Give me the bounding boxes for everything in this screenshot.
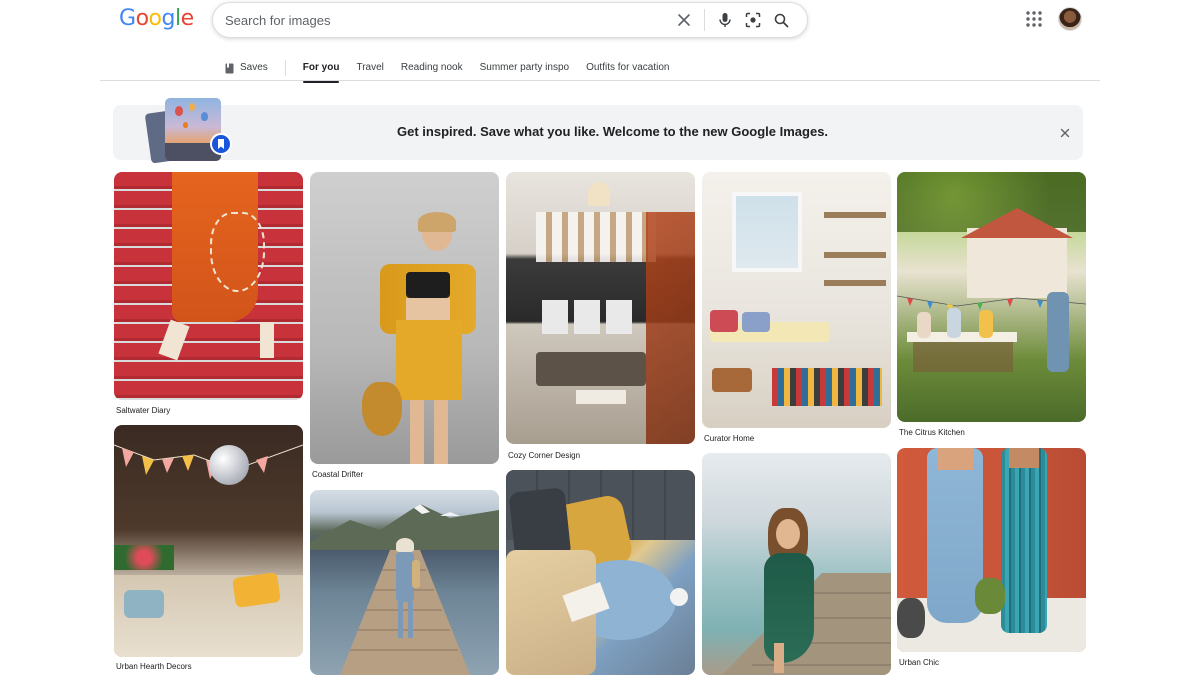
banner-text: Get inspired. Save what you like. Welcom…	[397, 124, 829, 139]
image-caption: Coastal Drifter	[312, 470, 364, 479]
tab-for-you[interactable]: For you	[302, 59, 339, 83]
tab-saves[interactable]: Saves	[225, 59, 268, 77]
logo-letter: e	[180, 6, 195, 31]
image-caption: Urban Chic	[899, 658, 940, 667]
welcome-banner: Get inspired. Save what you like. Welcom…	[113, 105, 1083, 160]
image-thumbnail	[897, 172, 1086, 422]
search-divider	[704, 9, 705, 31]
close-icon[interactable]	[1057, 125, 1073, 141]
tab-travel[interactable]: Travel	[356, 59, 383, 77]
apps-grid-icon[interactable]	[1024, 9, 1044, 29]
image-caption: Curator Home	[704, 434, 755, 443]
image-thumbnail	[506, 172, 695, 444]
search-icon[interactable]	[767, 6, 795, 34]
logo-letter: o	[135, 6, 149, 31]
tab-label: Saves	[240, 62, 268, 73]
image-caption: Saltwater Diary	[116, 406, 171, 415]
image-caption: Urban Hearth Decors	[116, 662, 192, 671]
image-thumbnail	[506, 470, 695, 675]
image-thumbnail	[114, 172, 303, 400]
tab-outfits-for-vacation[interactable]: Outfits for vacation	[586, 59, 669, 77]
image-thumbnail	[702, 172, 891, 428]
image-caption: Cozy Corner Design	[508, 451, 581, 460]
clear-icon[interactable]	[670, 6, 698, 34]
logo-letter: o	[148, 6, 162, 31]
image-thumbnail	[310, 490, 499, 675]
collection-tabs: Saves For you Travel Reading nook Summer…	[225, 56, 686, 83]
image-thumbnail	[702, 453, 891, 675]
image-thumbnail	[897, 448, 1086, 652]
saved-badge-icon	[210, 133, 232, 155]
search-bar	[212, 2, 808, 38]
tab-divider	[284, 60, 286, 76]
header-divider	[100, 80, 1100, 81]
google-logo[interactable]: Google	[119, 6, 194, 31]
search-input[interactable]	[225, 12, 670, 28]
image-thumbnail	[310, 172, 499, 464]
logo-letter: G	[119, 6, 136, 31]
tab-reading-nook[interactable]: Reading nook	[401, 59, 463, 77]
logo-letter: g	[161, 6, 176, 31]
tab-summer-party-inspo[interactable]: Summer party inspo	[480, 59, 569, 77]
microphone-icon[interactable]	[711, 6, 739, 34]
bookmark-icon	[225, 63, 234, 73]
image-caption: The Citrus Kitchen	[899, 428, 965, 437]
image-thumbnail	[114, 425, 303, 657]
lens-icon[interactable]	[739, 6, 767, 34]
account-avatar[interactable]	[1058, 7, 1082, 31]
